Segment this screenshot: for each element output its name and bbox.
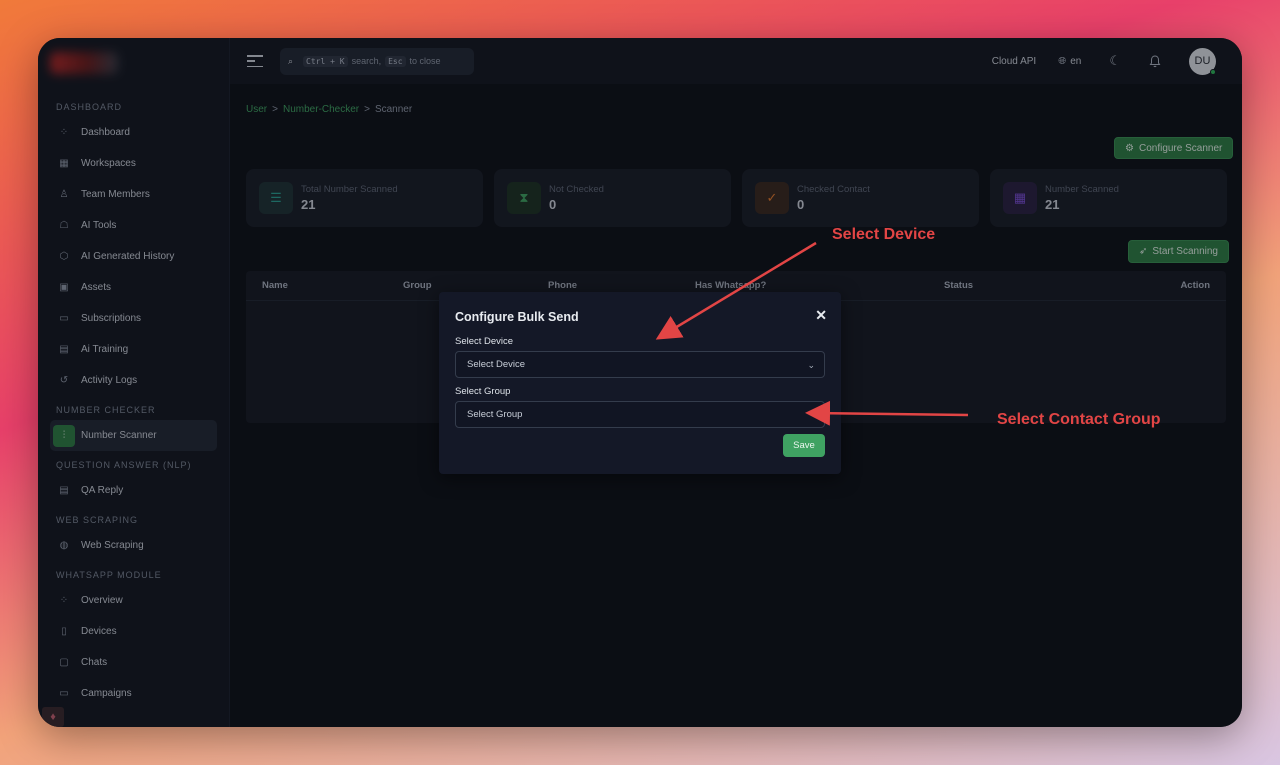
annotation-arrows [655, 241, 969, 426]
arrow-to-device-select [655, 241, 817, 340]
annotation-select-device: Select Device [832, 226, 936, 243]
annotation-select-contact-group: Select Contact Group [997, 411, 1161, 428]
arrow-to-group-select [805, 400, 969, 426]
